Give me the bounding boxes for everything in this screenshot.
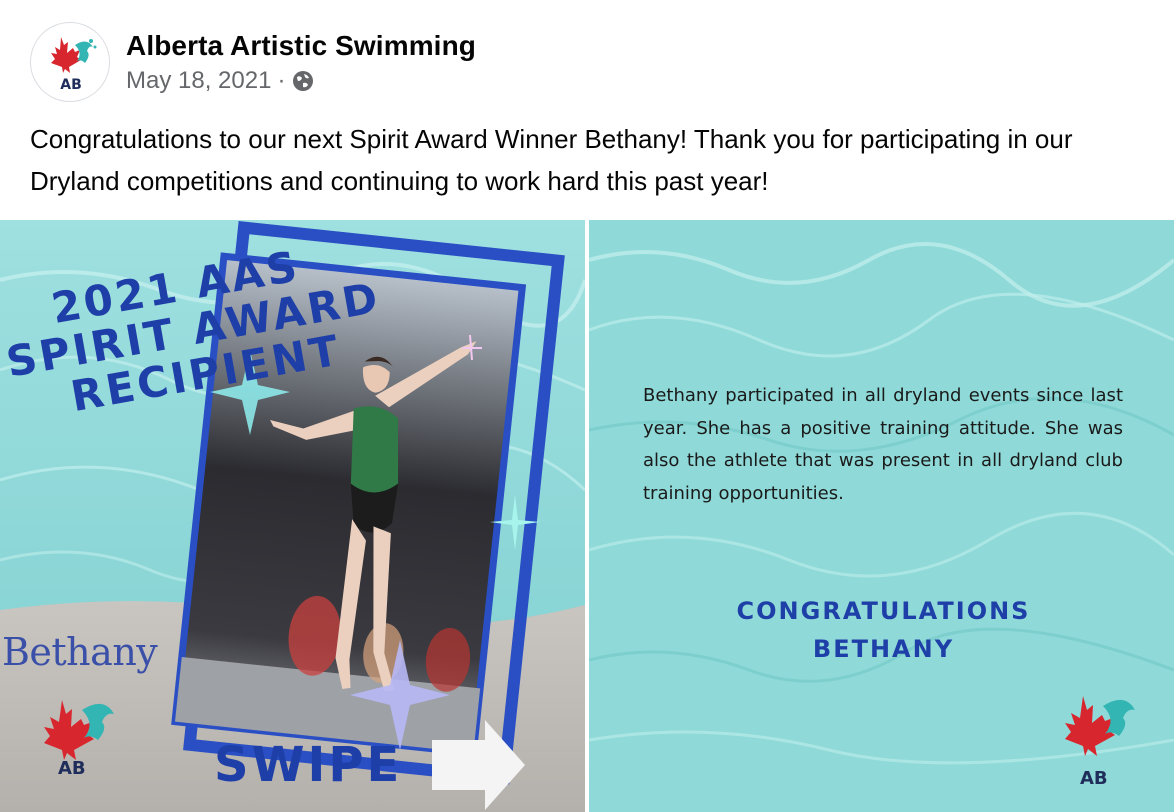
award-description-text: Bethany participated in all dryland even…: [643, 385, 1123, 504]
page-avatar[interactable]: AB: [30, 22, 110, 102]
post-caption: Congratulations to our next Spirit Award…: [30, 124, 1073, 196]
separator-dot: ·: [277, 67, 286, 94]
photo-grid: 2021 AAS SPIRIT AWARD RECIPIENT Bethany …: [0, 220, 1174, 812]
photo-award-graphic[interactable]: 2021 AAS SPIRIT AWARD RECIPIENT Bethany …: [0, 220, 585, 812]
logo-text: AB: [1080, 768, 1108, 789]
post-timestamp-row: May 18, 2021 ·: [126, 66, 476, 96]
recipient-name: Bethany: [2, 630, 158, 674]
svg-text:AB: AB: [60, 77, 82, 93]
globe-icon[interactable]: [291, 69, 315, 93]
post-header: AB Alberta Artistic Swimming May 18, 202…: [30, 22, 476, 102]
page-name-link[interactable]: Alberta Artistic Swimming: [126, 28, 476, 64]
maple-leaf-logo-icon: AB: [51, 37, 97, 93]
congratulations-heading: CONGRATULATIONS BETHANY: [589, 592, 1174, 668]
award-graphic-background: 2021 AAS SPIRIT AWARD RECIPIENT: [0, 220, 585, 812]
congrats-line-1: CONGRATULATIONS: [736, 597, 1031, 625]
congrats-line-2: BETHANY: [812, 635, 955, 663]
pool-water-background: [589, 220, 1174, 812]
post-date-link[interactable]: May 18, 2021: [126, 66, 271, 96]
logo-text: AB: [58, 758, 86, 779]
swipe-label: SWIPE: [214, 737, 403, 793]
photo-award-description[interactable]: Bethany participated in all dryland even…: [589, 220, 1174, 812]
post-meta: Alberta Artistic Swimming May 18, 2021 ·: [126, 28, 476, 96]
